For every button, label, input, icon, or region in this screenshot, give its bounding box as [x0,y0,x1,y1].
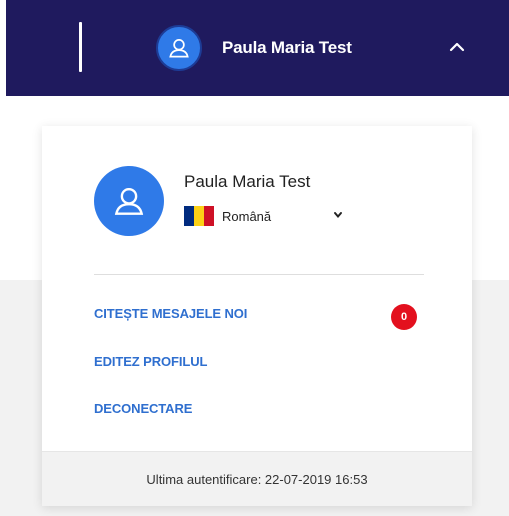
read-new-messages-link[interactable]: CITEȘTE MESAJELE NOI [94,306,247,321]
chevron-down-icon [334,212,342,219]
last-login-footer: Ultima autentificare: 22-07-2019 16:53 [42,451,472,506]
navbar-divider [79,22,82,72]
navbar-user-name: Paula Maria Test [222,38,352,57]
user-icon [156,25,202,71]
edit-profile-link[interactable]: EDITEZ PROFILUL [94,354,207,369]
chevron-up-icon[interactable] [445,35,469,59]
divider [94,274,424,275]
logout-link[interactable]: DECONECTARE [94,401,192,416]
user-icon [94,166,164,236]
user-menu-toggle[interactable]: Paula Maria Test [156,20,486,76]
language-label: Română [222,208,272,224]
top-navbar: Paula Maria Test [6,0,509,96]
language-selector[interactable]: Română [184,206,344,226]
romania-flag-icon [184,206,214,226]
user-dropdown-panel: Paula Maria Test Română CITEȘTE MESAJELE… [42,126,472,506]
profile-name: Paula Maria Test [184,172,311,191]
unread-count-badge: 0 [391,304,417,330]
last-login-text: Ultima autentificare: 22-07-2019 16:53 [146,471,368,487]
